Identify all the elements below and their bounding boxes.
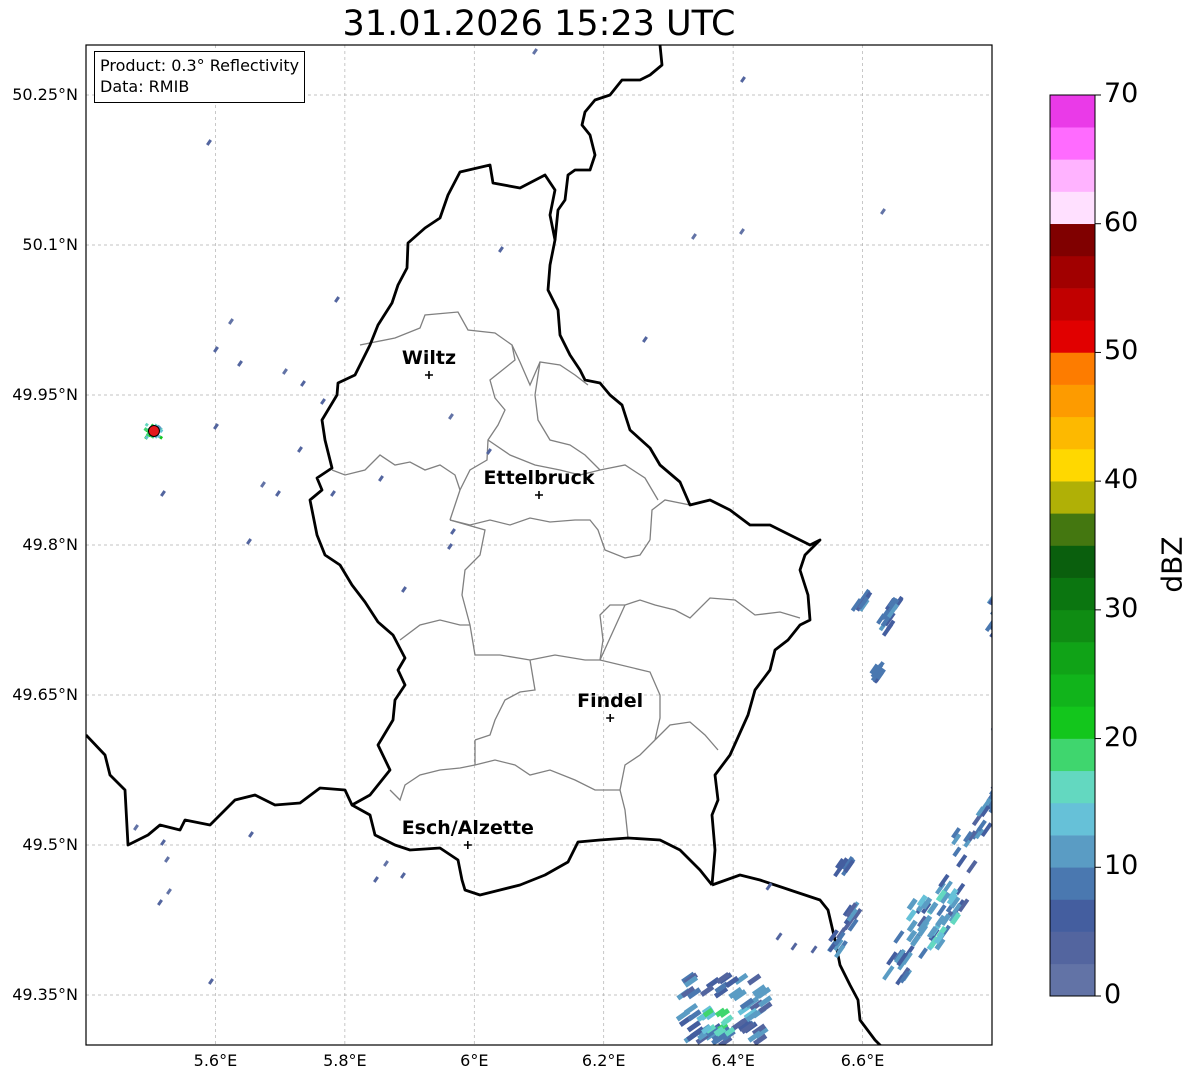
lat-tick-label: 49.95°N — [12, 385, 78, 404]
echo-cell — [992, 727, 1003, 740]
colorbar-swatch — [1050, 963, 1095, 997]
lat-tick-label: 49.5°N — [22, 835, 78, 854]
colorbar-tick-label: 70 — [1104, 78, 1139, 109]
colorbar-swatch — [1050, 931, 1095, 965]
colorbar-swatch — [1050, 320, 1095, 353]
lat-tick-label: 50.1°N — [22, 235, 78, 254]
echo-cell — [991, 596, 992, 611]
colorbar — [1049, 94, 1101, 997]
lat-tick-label: 49.8°N — [22, 535, 78, 554]
colorbar-swatch — [1050, 223, 1095, 257]
colorbar-swatch — [1050, 255, 1095, 289]
lon-tick-label: 6.4°E — [711, 1051, 755, 1070]
product-label: Product: 0.3° Reflectivity — [100, 56, 300, 75]
colorbar-tick-label: 50 — [1104, 335, 1139, 367]
lon-tick-label: 5.8°E — [323, 1051, 367, 1070]
echo-cell — [994, 602, 1005, 615]
lon-tick-label: 6.2°E — [581, 1051, 626, 1070]
colorbar-swatch — [1050, 127, 1095, 160]
data-source-label: Data: RMIB — [100, 77, 190, 96]
colorbar-tick-label: 60 — [1104, 206, 1139, 238]
map-canvas — [85, 44, 1101, 1046]
echo-cell — [991, 720, 992, 733]
radar-site-marker[interactable] — [147, 425, 160, 437]
colorbar-swatch — [1050, 674, 1095, 707]
colorbar-swatch — [1050, 545, 1095, 578]
colorbar-swatch — [1050, 95, 1095, 128]
echo-cell — [993, 721, 1005, 736]
colorbar-swatch — [1050, 384, 1095, 418]
echo-cell — [993, 627, 1003, 638]
echo-cell — [991, 590, 992, 606]
city-label: Esch/Alzette — [401, 817, 534, 839]
colorbar-tick-label: 30 — [1104, 592, 1139, 624]
colorbar-swatch — [1050, 288, 1095, 321]
colorbar-swatch — [1050, 609, 1095, 643]
colorbar-swatch — [1050, 867, 1095, 900]
lon-tick-label: 6.6°E — [840, 1051, 885, 1070]
lon-tick-label: 6°E — [460, 1051, 489, 1070]
city-label: Findel — [577, 690, 644, 712]
colorbar-swatch — [1050, 448, 1095, 482]
colorbar-swatch — [1050, 352, 1095, 385]
colorbar-swatch — [1050, 416, 1095, 450]
product-info-box: Product: 0.3° Reflectivity Data: RMIB — [94, 51, 306, 103]
colorbar-swatch — [1050, 513, 1095, 546]
colorbar-swatch — [1050, 738, 1095, 772]
lat-tick-label: 50.25°N — [12, 85, 78, 104]
colorbar-swatch — [1050, 835, 1095, 868]
colorbar-swatch — [1050, 899, 1095, 932]
colorbar-swatch — [1050, 802, 1095, 836]
colorbar-swatch — [1050, 159, 1095, 192]
echo-cell — [993, 725, 1002, 736]
lon-tick-label: 5.6°E — [193, 1051, 238, 1070]
echo-cell — [993, 627, 1005, 642]
colorbar-tick-label: 0 — [1104, 979, 1122, 1010]
echo-cell — [991, 591, 992, 605]
echo-cell — [990, 782, 992, 797]
colorbar-tick-label: 20 — [1104, 721, 1139, 753]
colorbar-swatch — [1050, 481, 1095, 514]
colorbar-label: dBZ — [1155, 536, 1184, 593]
colorbar-swatch — [1050, 191, 1095, 225]
colorbar-tick-label: 40 — [1104, 464, 1139, 496]
colorbar-swatch — [1050, 706, 1095, 739]
city-label: Wiltz — [401, 347, 457, 369]
colorbar-swatch — [1050, 577, 1095, 611]
city-label: Ettelbruck — [483, 467, 595, 489]
colorbar-swatch — [1050, 642, 1095, 675]
lat-tick-label: 49.35°N — [12, 985, 78, 1004]
lat-tick-label: 49.65°N — [12, 685, 78, 704]
echo-cell — [993, 722, 1004, 735]
colorbar-swatch — [1050, 770, 1095, 804]
colorbar-tick-label: 10 — [1104, 850, 1139, 882]
